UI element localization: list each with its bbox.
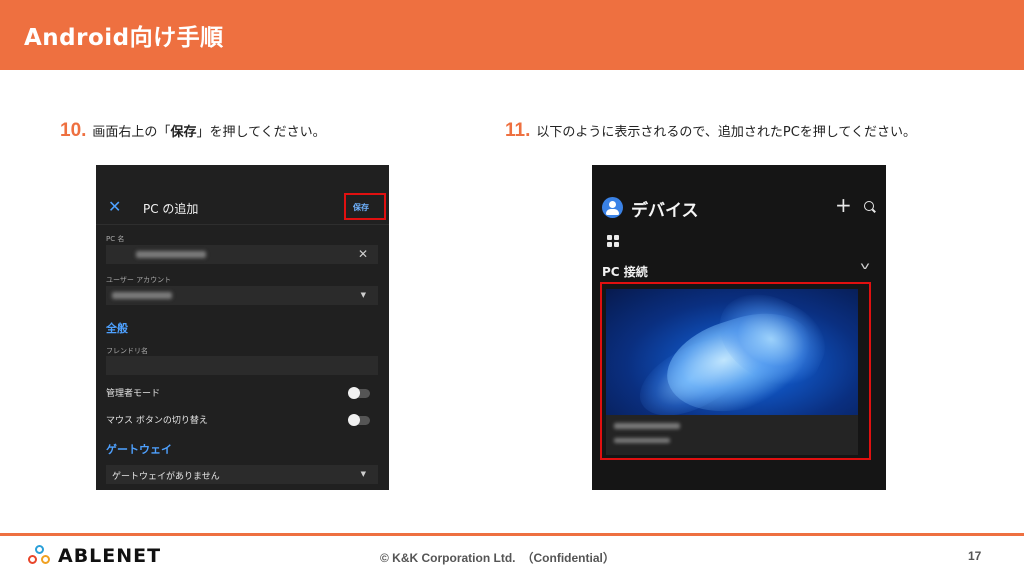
friendly-name-label: フレンドリ名 xyxy=(106,347,148,355)
swap-mouse-toggle[interactable] xyxy=(348,414,370,426)
app-bar: ✕ PC の追加 保存 xyxy=(96,165,389,225)
blurred-value xyxy=(136,251,206,258)
pc-card-caption xyxy=(606,415,858,455)
pc-name-field[interactable]: ✕ xyxy=(106,245,378,264)
admin-mode-toggle[interactable] xyxy=(348,387,370,399)
logo-mark-icon xyxy=(28,545,52,567)
user-account-label: ユーザー アカウント xyxy=(106,276,172,284)
pc-name-label: PC 名 xyxy=(106,235,125,243)
header-bar: Android向け手順 xyxy=(0,0,1024,70)
company-logo: ABLENET xyxy=(28,545,161,567)
admin-mode-label: 管理者モード xyxy=(106,389,161,399)
save-button[interactable]: 保存 xyxy=(353,202,369,213)
windows-wallpaper-thumbnail xyxy=(606,289,858,415)
friendly-name-field[interactable] xyxy=(106,356,378,375)
slide-title: Android向け手順 xyxy=(24,25,224,51)
logo-text: ABLENET xyxy=(58,545,162,567)
pc-card[interactable] xyxy=(606,289,858,455)
add-icon[interactable]: + xyxy=(835,193,852,217)
user-account-select[interactable]: ▼ xyxy=(106,286,378,305)
footer-divider xyxy=(0,533,1024,536)
step-10-caption: 10. 画面右上の「保存」を押してください。 xyxy=(60,120,326,142)
screen-title: PC の追加 xyxy=(143,202,199,216)
chevron-down-icon[interactable]: v xyxy=(860,261,869,272)
gateway-value: ゲートウェイがありません xyxy=(112,472,220,482)
devices-screenshot: デバイス + PC 接続 v xyxy=(592,165,886,490)
step-number: 10. xyxy=(60,120,87,141)
blurred-value xyxy=(112,292,172,299)
blurred-pc-name xyxy=(614,423,680,429)
step-text-pre: 画面右上の「 xyxy=(92,125,171,140)
step-11-caption: 11. 以下のように表示されるので、追加されたPCを押してください。 xyxy=(505,120,916,142)
user-avatar-icon[interactable] xyxy=(602,197,623,218)
search-icon[interactable] xyxy=(864,201,874,211)
save-button-highlight[interactable]: 保存 xyxy=(344,193,386,220)
step-text-post: 」を押してください。 xyxy=(196,125,326,140)
gateway-select[interactable]: ゲートウェイがありません ▼ xyxy=(106,465,378,484)
blurred-pc-address xyxy=(614,438,670,443)
copyright: © K&K Corporation Ltd. （Confidential） xyxy=(380,551,615,565)
section-general: 全般 xyxy=(106,322,128,335)
pc-connections-heading: PC 接続 xyxy=(602,265,648,279)
swap-mouse-label: マウス ボタンの切り替え xyxy=(106,416,208,426)
step-text: 以下のように表示されるので、追加されたPCを押してください。 xyxy=(536,125,916,140)
close-icon[interactable]: ✕ xyxy=(108,197,121,216)
dropdown-arrow-icon: ▼ xyxy=(360,470,366,478)
step-number: 11. xyxy=(505,120,531,141)
step-text: 画面右上の「保存」を押してください。 xyxy=(92,121,325,140)
add-pc-screenshot: ✕ PC の追加 保存 PC 名 ✕ ユーザー アカウント ▼ 全般 フレンドリ… xyxy=(96,165,389,490)
dropdown-arrow-icon: ▼ xyxy=(360,291,366,299)
step-text-bold: 保存 xyxy=(170,125,197,140)
slide: Android向け手順 10. 画面右上の「保存」を押してください。 11. 以… xyxy=(0,0,1024,576)
grid-view-icon[interactable] xyxy=(607,235,620,248)
page-number: 17 xyxy=(968,549,982,563)
clear-icon[interactable]: ✕ xyxy=(358,247,368,261)
screen-title: デバイス xyxy=(631,201,699,221)
section-gateway: ゲートウェイ xyxy=(106,443,172,456)
